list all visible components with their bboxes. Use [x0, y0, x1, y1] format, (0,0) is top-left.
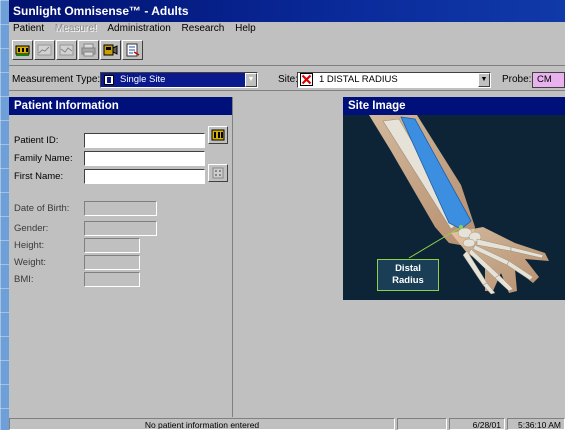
patient-id-label: Patient ID: [14, 135, 59, 146]
calculator-icon [212, 167, 224, 179]
measure-device-icon [211, 129, 225, 141]
gender-label: Gender: [14, 223, 49, 234]
patient-details-button [208, 164, 228, 182]
red-x-icon [300, 73, 313, 86]
measure-button[interactable] [12, 40, 33, 60]
menu-help[interactable]: Help [235, 22, 256, 36]
gender-field [84, 221, 157, 236]
report-icon [126, 43, 140, 57]
first-name-label: First Name: [14, 171, 64, 182]
menu-measure: Measure! [54, 23, 97, 34]
trend-button [56, 40, 77, 60]
single-site-icon [104, 75, 114, 85]
chevron-down-icon[interactable]: ▼ [245, 73, 257, 87]
probe-label: Probe: [502, 74, 532, 85]
site-select[interactable]: 1 DISTAL RADIUS ▼ [297, 72, 491, 88]
family-name-input[interactable] [84, 151, 205, 166]
menu-patient[interactable]: Patient [13, 22, 44, 36]
measure-device-icon [15, 45, 30, 56]
menu-administration[interactable]: Administration [107, 22, 170, 36]
report-button[interactable] [122, 40, 143, 60]
patient-id-input[interactable] [84, 133, 205, 148]
patient-info-panel: Patient Information Patient ID: Family N… [9, 97, 233, 417]
selector-row: Measurement Type: Single Site ▼ Site: 1 … [9, 70, 565, 91]
measurement-type-select[interactable]: Single Site ▼ [100, 72, 258, 88]
chevron-down-icon[interactable]: ▼ [478, 73, 490, 87]
patient-search-button[interactable] [208, 126, 228, 144]
menu-bar: Patient Measure! Administration Research… [9, 22, 565, 36]
menu-research[interactable]: Research [182, 22, 225, 36]
title-bar: Sunlight Omnisense™ - Adults [9, 0, 565, 22]
callout-line-2: Radius [392, 275, 424, 286]
family-name-label: Family Name: [14, 153, 73, 164]
dob-label: Date of Birth: [14, 203, 70, 214]
site-image-title: Site Image [343, 97, 565, 115]
status-empty-pane [397, 418, 447, 430]
chart-icon [37, 44, 52, 56]
status-message: No patient information entered [9, 418, 395, 430]
probe-button[interactable] [100, 40, 121, 60]
measurement-type-value: Single Site [120, 74, 166, 85]
bmi-field [84, 272, 140, 287]
probe-value: CM [532, 72, 565, 88]
main-window: Sunlight Omnisense™ - Adults Patient Mea… [9, 0, 565, 430]
callout-line-1: Distal [395, 263, 421, 274]
bmi-label: BMI: [14, 274, 34, 285]
status-date: 6/28/01 [449, 418, 505, 430]
site-label: Site: [278, 74, 299, 85]
chart-icon [59, 44, 74, 56]
site-image-panel: Site Image Distal Radius [343, 97, 565, 300]
first-name-input[interactable] [84, 169, 205, 184]
printer-icon [81, 43, 96, 57]
patient-info-title: Patient Information [9, 97, 232, 115]
distal-radius-callout: Distal Radius [377, 259, 439, 291]
weight-field [84, 255, 140, 270]
toolbar [9, 37, 565, 66]
status-time: 5:36:10 AM [507, 418, 565, 430]
height-field [84, 238, 140, 253]
status-bar: No patient information entered 6/28/01 5… [9, 418, 565, 430]
site-value: 1 DISTAL RADIUS [319, 74, 398, 85]
probe-icon [103, 44, 118, 56]
dob-field [84, 201, 157, 216]
weight-label: Weight: [14, 257, 47, 268]
results-button [34, 40, 55, 60]
measurement-type-label: Measurement Type: [12, 74, 101, 85]
height-label: Height: [14, 240, 45, 251]
print-button [78, 40, 99, 60]
